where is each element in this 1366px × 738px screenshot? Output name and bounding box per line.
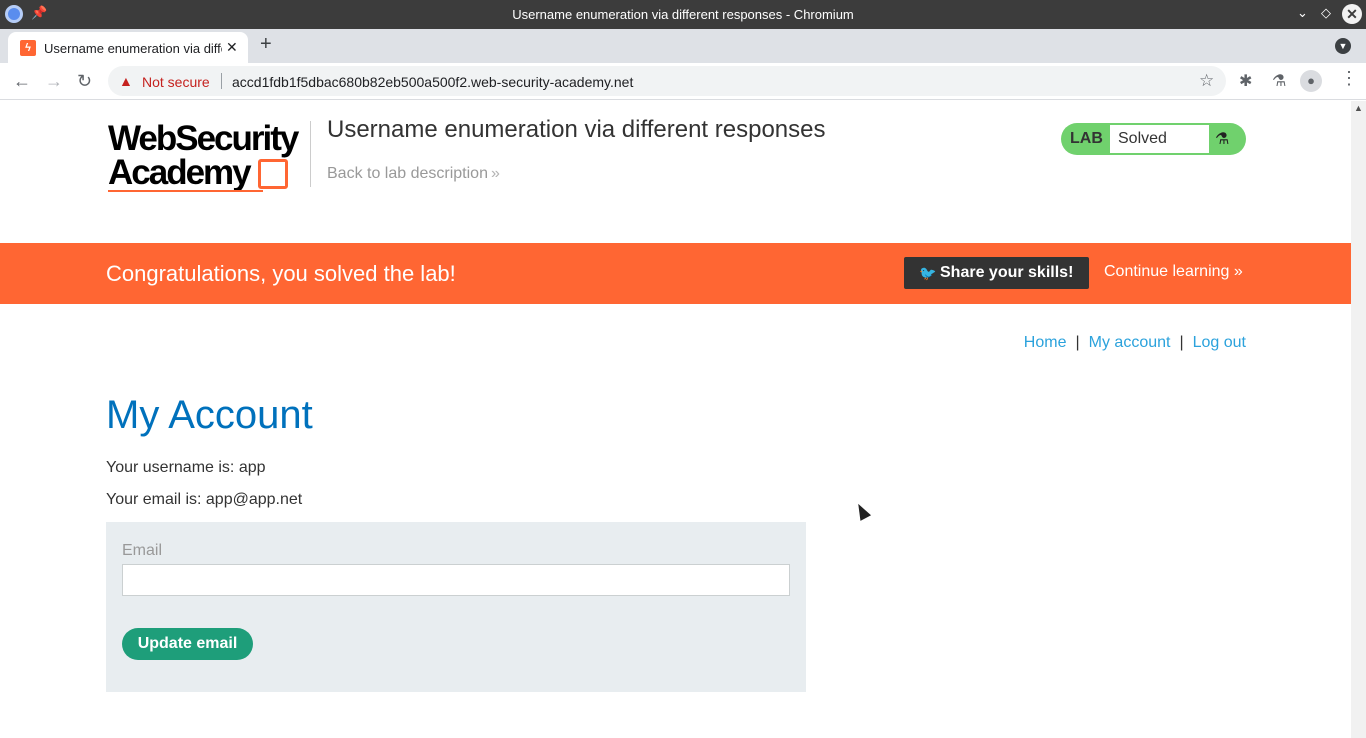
new-tab-button[interactable]: + [260, 33, 272, 56]
warning-icon[interactable]: ▲ [119, 73, 133, 89]
status-box: Solved [1110, 125, 1209, 153]
congrats-message: Congratulations, you solved the lab! [106, 261, 456, 286]
back-button[interactable]: ← [13, 71, 31, 92]
labs-flask-icon[interactable]: ⚗ [1272, 71, 1286, 91]
flask-icon: ⚗ [1215, 131, 1230, 148]
update-email-button[interactable]: Update email [122, 628, 253, 660]
page-scrollbar[interactable]: ▲ [1351, 101, 1366, 738]
solved-banner: Congratulations, you solved the lab! 🐦 S… [0, 243, 1351, 304]
security-label[interactable]: Not secure [142, 74, 210, 90]
lab-status-widget: LAB Solved ⚗ [1061, 123, 1246, 155]
update-email-form: Email Update email [106, 522, 806, 692]
tab-title: Username enumeration via different respo… [44, 41, 222, 56]
back-link-label: Back to lab description [327, 165, 488, 182]
email-label: Email [122, 542, 163, 559]
tab-active[interactable]: ϟ Username enumeration via different res… [8, 32, 248, 63]
star-icon[interactable]: ☆ [1199, 71, 1214, 91]
logo-underline [108, 190, 263, 192]
account-nav: Home | My account | Log out [1024, 334, 1246, 352]
browser-toolbar: ← → ↻ ▲ Not secure accd1fdb1f5dbac680b82… [0, 63, 1366, 100]
tab-close-icon[interactable]: ✕ [226, 39, 238, 56]
window-titlebar: 📌 Username enumeration via different res… [0, 0, 1366, 29]
lab-tag: LAB [1070, 130, 1103, 147]
page-content: WebSecurity Academy Username enumeration… [0, 101, 1351, 738]
logo-bolt-icon [258, 159, 288, 189]
double-chevron-icon: » [1229, 263, 1243, 280]
log-out-link[interactable]: Log out [1193, 334, 1246, 351]
twitter-icon: 🐦 [919, 265, 937, 281]
email-text: Your email is: app@app.net [106, 491, 303, 508]
nav-separator: | [1075, 334, 1080, 351]
close-window-button[interactable]: ✕ [1342, 4, 1362, 24]
double-chevron-icon: » [490, 165, 500, 182]
page-title: My Account [106, 393, 313, 437]
lab-status-text: Solved [1118, 130, 1167, 147]
omnibox-separator [221, 73, 222, 89]
logo-line1: WebSecurity [108, 119, 299, 158]
email-field[interactable] [122, 564, 790, 596]
logo-line2: Academy [108, 153, 252, 192]
mouse-cursor-icon [852, 501, 872, 521]
scroll-up-arrow-icon[interactable]: ▲ [1354, 103, 1363, 113]
my-account-link[interactable]: My account [1089, 334, 1171, 351]
address-bar[interactable]: ▲ Not secure accd1fdb1f5dbac680b82eb500a… [108, 66, 1226, 96]
lab-title: Username enumeration via different respo… [327, 116, 826, 143]
profile-icon[interactable]: ● [1300, 70, 1322, 92]
header-divider [310, 121, 311, 187]
tab-search-icon[interactable]: ▼ [1335, 38, 1351, 54]
continue-learning-label: Continue learning [1104, 263, 1230, 280]
continue-learning-link[interactable]: Continue learning » [1104, 263, 1243, 281]
extensions-icon[interactable]: ✱ [1239, 71, 1252, 91]
url-text[interactable]: accd1fdb1f5dbac680b82eb500a500f2.web-sec… [232, 74, 633, 90]
nav-separator: | [1179, 334, 1184, 351]
menu-icon[interactable]: ⋮ [1340, 68, 1358, 89]
bolt-icon: ϟ [20, 40, 36, 56]
username-text: Your username is: app [106, 459, 266, 476]
share-skills-button[interactable]: 🐦 Share your skills! [904, 257, 1089, 289]
back-to-lab-link[interactable]: Back to lab description» [327, 165, 500, 183]
tab-strip: ϟ Username enumeration via different res… [0, 29, 1366, 63]
share-skills-label: Share your skills! [940, 264, 1074, 281]
forward-button[interactable]: → [45, 71, 63, 92]
reload-button[interactable]: ↻ [77, 71, 92, 92]
minimize-button[interactable]: ⌄ [1297, 5, 1308, 21]
window-title: Username enumeration via different respo… [512, 7, 854, 22]
maximize-button[interactable]: ◇ [1321, 5, 1331, 21]
home-link[interactable]: Home [1024, 334, 1067, 351]
